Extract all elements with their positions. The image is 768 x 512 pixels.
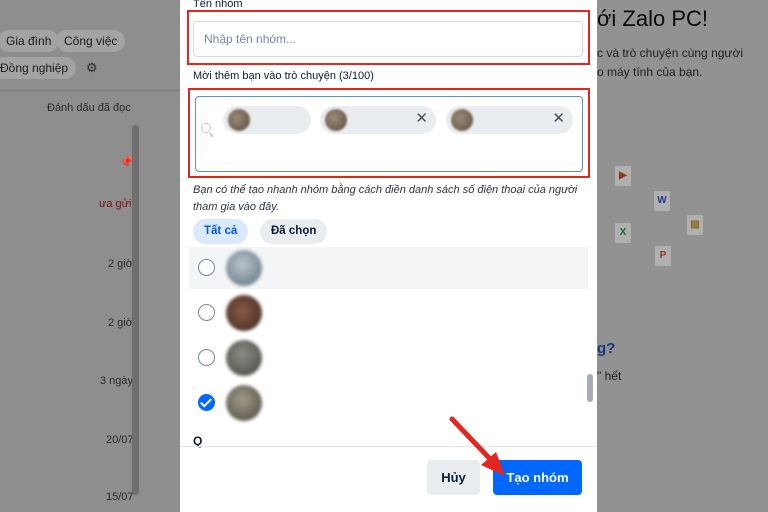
contact-checkbox[interactable] <box>198 259 215 276</box>
bg-welcome-sub: o máy tính của bạn. <box>597 65 703 79</box>
member-tag: ✕ <box>320 106 436 134</box>
avatar <box>226 250 262 286</box>
bg-mark-read: Đánh dấu đã đọc <box>47 102 131 114</box>
avatar <box>226 385 262 421</box>
avatar <box>228 109 250 131</box>
search-icon <box>201 123 211 133</box>
tab-selected[interactable]: Đã chọn <box>260 219 328 244</box>
check-icon[interactable] <box>198 394 215 411</box>
bg-unsent-text: ưa gửi <box>99 198 132 210</box>
bg-hint-fragment: " hết <box>597 369 622 383</box>
bg-chip-work: Công việc <box>56 30 126 52</box>
member-tag <box>223 106 311 134</box>
avatar <box>451 109 473 131</box>
bg-excel-file-icon: X <box>614 222 632 244</box>
selected-members-box[interactable]: ✕ ✕ <box>195 96 583 172</box>
phone-list-hint: Bạn có thể tạo nhanh nhóm bằng cách điền… <box>193 184 578 213</box>
avatar <box>226 340 262 376</box>
bg-word-file-icon: W <box>653 190 671 212</box>
tab-all[interactable]: Tất cả <box>193 219 249 244</box>
bg-chip-family: Gia đình <box>0 30 60 52</box>
contact-row[interactable] <box>189 247 588 289</box>
contact-row[interactable] <box>189 337 588 379</box>
avatar <box>226 295 262 331</box>
footer-divider <box>180 446 597 447</box>
bg-time: 20/07 <box>106 434 134 446</box>
group-name-input[interactable] <box>193 21 583 57</box>
contact-row[interactable] <box>189 292 588 334</box>
bg-time: 15/07 <box>106 491 134 503</box>
group-name-label: Tên nhóm <box>193 0 243 10</box>
members-label: Mời thêm bạn vào trò chuyện (3/100) <box>193 70 374 82</box>
bg-question: g? <box>597 340 616 357</box>
bg-filter-icon: ⚙ <box>86 60 98 75</box>
bg-ppt-file-icon: P <box>654 245 672 267</box>
bg-image-file-icon: ▨ <box>686 214 704 236</box>
contact-checkbox[interactable] <box>198 349 215 366</box>
contact-row[interactable] <box>189 382 588 424</box>
bg-scrollbar <box>132 125 139 495</box>
bg-chip-colleagues: Đồng nghiệp <box>0 57 77 79</box>
bg-welcome-title: ới Zalo PC! <box>597 6 709 31</box>
list-scrollbar[interactable] <box>587 374 593 402</box>
bg-time: 2 giờ <box>108 258 133 270</box>
close-icon[interactable]: ✕ <box>552 111 565 127</box>
cancel-button[interactable]: Hủy <box>427 460 480 495</box>
bg-time: 2 giờ <box>108 317 133 329</box>
bg-welcome-sub: c và trò chuyện cùng người <box>597 46 743 60</box>
bg-video-file-icon: ▶ <box>614 165 632 187</box>
create-group-dialog: Tên nhóm Mời thêm bạn vào trò chuyện (3/… <box>180 0 597 512</box>
avatar <box>325 109 347 131</box>
close-icon[interactable]: ✕ <box>415 111 428 127</box>
member-tag: ✕ <box>446 106 573 134</box>
bg-divider <box>0 90 180 91</box>
bg-time: 3 ngày <box>100 375 134 387</box>
contact-checkbox[interactable] <box>198 304 215 321</box>
create-group-button[interactable]: Tạo nhóm <box>493 460 582 495</box>
